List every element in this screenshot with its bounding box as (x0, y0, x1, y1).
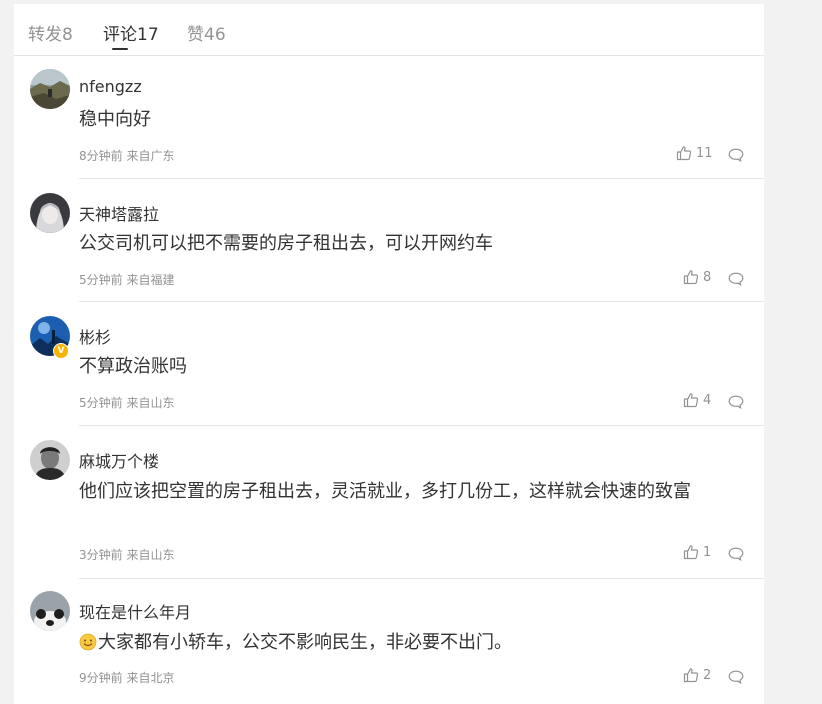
comment-meta: 9分钟前 来自北京 (79, 671, 175, 685)
avatar-image (30, 591, 70, 631)
comment-bubble-icon (728, 272, 744, 287)
tab-likes[interactable]: 赞46 (187, 20, 226, 45)
avatar-image (30, 440, 70, 480)
like-button[interactable]: 1 (683, 544, 711, 560)
comment-text: 公交司机可以把不需要的房子租出去，可以开网约车 (79, 233, 493, 254)
like-count: 4 (703, 392, 712, 408)
divider (79, 301, 764, 302)
comments-panel: 转发8 评论17 赞46 nfengzz 稳中向好 8分钟前 来自广东 11 天… (14, 4, 764, 704)
username[interactable]: 现在是什么年月 (79, 599, 191, 623)
divider (79, 178, 764, 179)
comment-text: 稳中向好 (79, 109, 151, 130)
comment-meta: 8分钟前 来自广东 (79, 149, 175, 163)
divider (79, 578, 764, 579)
tab-bar: 转发8 评论17 赞46 (14, 4, 764, 56)
username[interactable]: 天神塔露拉 (79, 201, 159, 225)
comment-text: 他们应该把空置的房子租出去，灵活就业，多打几份工，这样就会快速的致富 (79, 481, 691, 502)
like-button[interactable]: 8 (683, 269, 711, 285)
comment-bubble-icon (728, 395, 744, 410)
like-count: 1 (703, 544, 712, 560)
smile-emoji-icon (79, 633, 97, 651)
reply-button[interactable] (728, 669, 744, 688)
like-button[interactable]: 2 (683, 667, 711, 683)
comment-text: 大家都有小轿车，公交不影响民生，非必要不出门。 (79, 629, 749, 657)
like-button[interactable]: 4 (683, 392, 711, 408)
comment-meta: 5分钟前 来自山东 (79, 396, 175, 410)
divider (79, 425, 764, 426)
thumbs-up-icon (683, 270, 699, 285)
avatar[interactable] (30, 591, 70, 631)
username[interactable]: nfengzz (79, 77, 142, 96)
verified-badge-icon: V (53, 343, 69, 359)
like-count: 11 (696, 145, 713, 161)
reply-button[interactable] (728, 147, 744, 166)
avatar[interactable] (30, 440, 70, 480)
tab-comments[interactable]: 评论17 (103, 20, 159, 45)
reply-button[interactable] (728, 546, 744, 565)
thumbs-up-icon (676, 146, 692, 161)
comment-bubble-icon (728, 547, 744, 562)
comment-text-content: 大家都有小轿车，公交不影响民生，非必要不出门。 (98, 632, 512, 653)
comment-meta: 3分钟前 来自山东 (79, 548, 175, 562)
reply-button[interactable] (728, 271, 744, 290)
thumbs-up-icon (683, 393, 699, 408)
like-button[interactable]: 11 (676, 145, 713, 161)
comment-text: 不算政治账吗 (79, 356, 187, 377)
comment-meta: 5分钟前 来自福建 (79, 273, 175, 287)
comment-bubble-icon (728, 148, 744, 163)
username[interactable]: 麻城万个楼 (79, 448, 159, 472)
avatar[interactable] (30, 69, 70, 109)
like-count: 8 (703, 269, 712, 285)
avatar-image (30, 193, 70, 233)
thumbs-up-icon (683, 545, 699, 560)
thumbs-up-icon (683, 668, 699, 683)
avatar[interactable] (30, 193, 70, 233)
like-count: 2 (703, 667, 712, 683)
tab-reposts[interactable]: 转发8 (28, 20, 73, 45)
reply-button[interactable] (728, 394, 744, 413)
avatar-image (30, 69, 70, 109)
active-tab-indicator (112, 48, 128, 50)
username[interactable]: 彬杉 (79, 324, 111, 348)
comment-bubble-icon (728, 670, 744, 685)
